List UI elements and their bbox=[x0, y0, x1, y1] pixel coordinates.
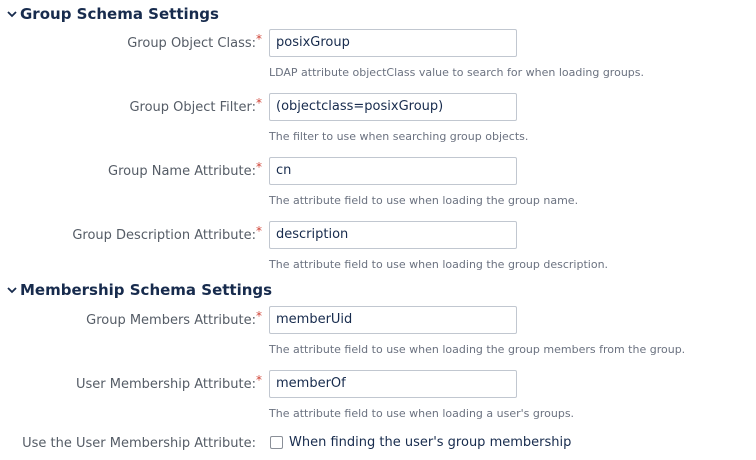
required-marker: * bbox=[256, 373, 262, 387]
group-name-attribute-input[interactable]: cn bbox=[269, 157, 517, 185]
group-description-attribute-label: Group Description Attribute: bbox=[72, 228, 256, 243]
required-marker: * bbox=[256, 32, 262, 46]
group-object-filter-label: Group Object Filter: bbox=[129, 100, 256, 115]
group-object-class-description: LDAP attribute objectClass value to sear… bbox=[269, 66, 645, 79]
group-description-attribute-description: The attribute field to use when loading … bbox=[269, 258, 609, 271]
group-members-attribute-description: The attribute field to use when loading … bbox=[269, 343, 686, 356]
group-description-attribute-input[interactable]: description bbox=[269, 221, 517, 249]
use-user-membership-attribute-row: Use the User Membership Attribute: When … bbox=[0, 434, 756, 454]
membership-schema-section-title: Membership Schema Settings bbox=[20, 281, 273, 299]
required-marker: * bbox=[256, 224, 262, 238]
group-object-class-input[interactable]: posixGroup bbox=[269, 29, 517, 57]
group-name-attribute-description: The attribute field to use when loading … bbox=[269, 194, 579, 207]
use-user-membership-attribute-text[interactable]: When finding the user's group membership bbox=[289, 435, 571, 450]
chevron-down-icon bbox=[7, 287, 17, 294]
group-object-filter-input[interactable]: (objectclass=posixGroup) bbox=[269, 93, 517, 121]
group-members-attribute-label: Group Members Attribute: bbox=[86, 313, 256, 328]
ldap-schema-settings-page: Group Schema Settings Group Object Class… bbox=[0, 0, 756, 460]
membership-schema-section-header[interactable]: Membership Schema Settings bbox=[6, 279, 272, 301]
group-schema-section-title: Group Schema Settings bbox=[20, 5, 219, 23]
user-membership-attribute-description: The attribute field to use when loading … bbox=[269, 407, 575, 420]
group-name-attribute-label: Group Name Attribute: bbox=[108, 164, 256, 179]
required-marker: * bbox=[256, 309, 262, 323]
required-marker: * bbox=[256, 160, 262, 174]
user-membership-attribute-label: User Membership Attribute: bbox=[75, 377, 256, 392]
use-user-membership-attribute-checkbox[interactable] bbox=[270, 436, 283, 449]
group-schema-section-header[interactable]: Group Schema Settings bbox=[6, 3, 219, 25]
user-membership-attribute-input[interactable]: memberOf bbox=[269, 370, 517, 398]
required-marker: * bbox=[256, 96, 262, 110]
chevron-down-icon bbox=[7, 11, 17, 18]
group-object-filter-description: The filter to use when searching group o… bbox=[269, 130, 529, 143]
use-user-membership-attribute-label: Use the User Membership Attribute: bbox=[22, 436, 256, 451]
group-members-attribute-input[interactable]: memberUid bbox=[269, 306, 517, 334]
group-object-class-label: Group Object Class: bbox=[127, 36, 256, 51]
